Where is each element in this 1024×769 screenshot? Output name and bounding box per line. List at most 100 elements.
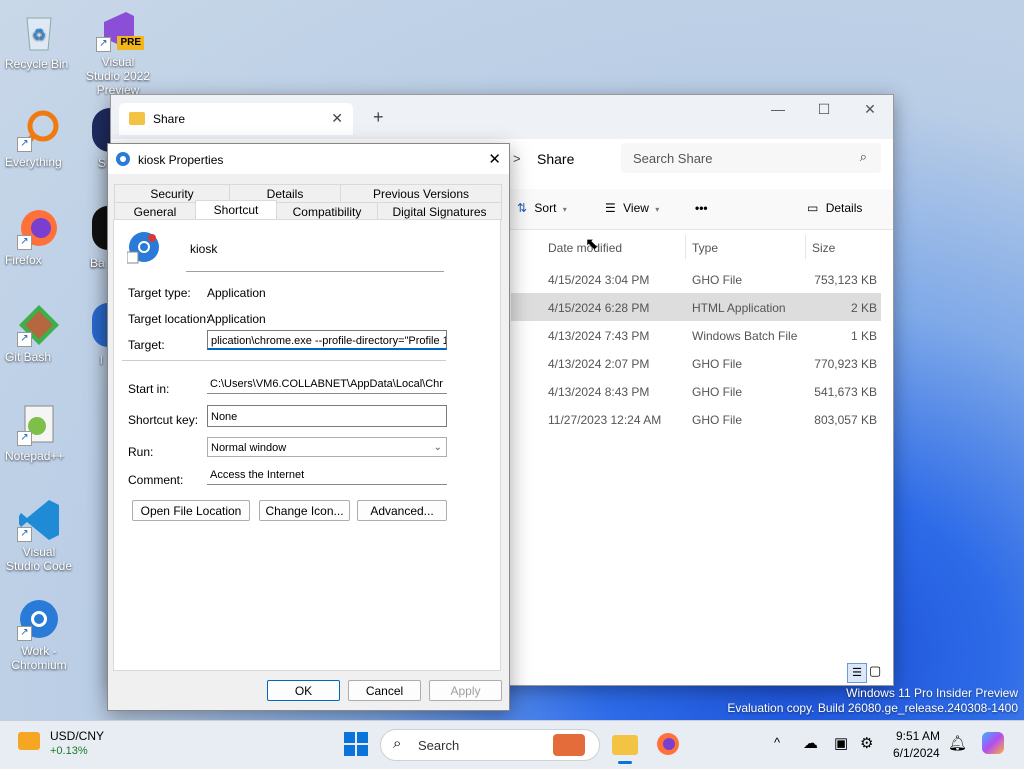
more-options-button[interactable]: ••• bbox=[695, 201, 708, 215]
notification-bell-icon[interactable]: 🔔︎ bbox=[948, 734, 967, 752]
details-pane-button[interactable]: ▭ Details bbox=[807, 201, 862, 215]
search-highlight-icon bbox=[553, 734, 585, 756]
shortcut-arrow-icon: ↗ bbox=[17, 332, 32, 347]
taskbar-search[interactable]: ⌕ Search bbox=[380, 729, 600, 761]
kiosk-properties-dialog: kiosk Properties ✕ Security Details Prev… bbox=[107, 143, 510, 711]
desktop-icon-label: Recycle Bin bbox=[5, 57, 69, 71]
file-type: HTML Application bbox=[692, 301, 786, 315]
shortcut-key-field[interactable]: None bbox=[207, 405, 447, 427]
explorer-tab-share[interactable]: Share ✕ bbox=[119, 103, 353, 135]
tiles-view-toggle-icon[interactable]: ▢ bbox=[869, 663, 881, 679]
target-label: Target: bbox=[128, 338, 165, 352]
column-divider[interactable] bbox=[805, 235, 806, 259]
breadcrumb[interactable]: Share bbox=[537, 151, 574, 167]
file-row[interactable]: 11/27/2023 12:24 AM GHO File 803,057 KB bbox=[511, 405, 881, 433]
display-icon[interactable]: ▣ bbox=[834, 734, 848, 752]
column-header-type[interactable]: Type bbox=[692, 241, 718, 255]
file-row[interactable]: 4/15/2024 3:04 PM GHO File 753,123 KB bbox=[511, 265, 881, 293]
file-row[interactable]: 4/13/2024 8:43 PM GHO File 541,673 KB bbox=[511, 377, 881, 405]
desktop-icon-label: Notepad++ bbox=[5, 449, 65, 463]
network-icon[interactable]: ☁ bbox=[803, 734, 818, 752]
desktop-icon-firefox[interactable]: ↗ Firefox bbox=[5, 206, 73, 267]
settings-icon[interactable]: ⚙ bbox=[860, 734, 873, 752]
taskbar-firefox[interactable] bbox=[656, 732, 680, 759]
firefox-icon: ↗ bbox=[17, 206, 61, 250]
shortcut-tab-panel: kiosk Target type: Application Target lo… bbox=[113, 219, 501, 671]
target-location-value: Application bbox=[207, 312, 266, 326]
desktop-icon-partial-label: S bbox=[98, 156, 107, 170]
stock-name: USD/CNY bbox=[50, 729, 105, 743]
chevron-down-icon: ▾ bbox=[562, 205, 567, 214]
column-header-size[interactable]: Size bbox=[812, 241, 835, 255]
tab-label: Shortcut bbox=[213, 203, 259, 217]
view-button[interactable]: ☰ View ▾ bbox=[605, 201, 659, 215]
new-tab-button[interactable]: + bbox=[373, 107, 384, 128]
desktop-icon-partial[interactable] bbox=[92, 303, 108, 347]
shortcut-arrow-icon: ↗ bbox=[17, 527, 32, 542]
active-indicator bbox=[618, 761, 632, 764]
search-icon: ⌕ bbox=[393, 735, 402, 752]
taskbar-search-input[interactable]: Search bbox=[418, 738, 459, 753]
open-file-location-button[interactable]: Open File Location bbox=[132, 500, 250, 521]
copilot-icon[interactable] bbox=[982, 732, 1004, 754]
close-tab-icon[interactable]: ✕ bbox=[331, 110, 343, 127]
tab-shortcut[interactable]: Shortcut bbox=[195, 200, 277, 221]
watermark-line-2: Evaluation copy. Build 26080.ge_release.… bbox=[727, 701, 1018, 715]
chromium-icon bbox=[116, 152, 130, 166]
minimize-icon[interactable]: — bbox=[763, 101, 793, 117]
stock-chart-icon bbox=[18, 732, 40, 750]
desktop-icon-notepad-plus-plus[interactable]: ↗ Notepad++ bbox=[5, 402, 73, 463]
desktop-icon-git-bash[interactable]: ↗ Git Bash bbox=[5, 303, 73, 364]
desktop-icon-recycle-bin[interactable]: ♻ Recycle Bin bbox=[5, 10, 73, 71]
file-row[interactable]: 4/13/2024 2:07 PM GHO File 770,923 KB bbox=[511, 349, 881, 377]
change-icon-button[interactable]: Change Icon... bbox=[259, 500, 350, 521]
apply-button[interactable]: Apply bbox=[429, 680, 502, 701]
dialog-title: kiosk Properties bbox=[138, 153, 224, 167]
sort-button[interactable]: ⇅ Sort ▾ bbox=[517, 201, 567, 215]
close-dialog-icon[interactable]: ✕ bbox=[488, 150, 501, 168]
shortcut-app-icon bbox=[127, 232, 159, 264]
search-input[interactable]: Search Share bbox=[633, 151, 713, 166]
run-select[interactable]: Normal window ⌄ bbox=[207, 437, 447, 457]
search-box[interactable]: Search Share ⌕ bbox=[621, 143, 881, 173]
cancel-button[interactable]: Cancel bbox=[348, 680, 421, 701]
comment-field[interactable]: Access the Internet bbox=[207, 465, 447, 485]
desktop-icon-visual-studio-2022[interactable]: PRE ↗ Visual Studio 2022 Preview bbox=[84, 8, 152, 97]
column-divider[interactable] bbox=[685, 235, 686, 259]
pre-badge: PRE bbox=[117, 36, 144, 50]
tab-label: Previous Versions bbox=[372, 187, 470, 201]
desktop-icon-everything[interactable]: ↗ Everything bbox=[5, 108, 73, 169]
show-hidden-icons-icon[interactable]: ^ bbox=[774, 735, 780, 750]
maximize-icon[interactable]: ☐ bbox=[809, 101, 839, 118]
tab-label: Compatibility bbox=[292, 205, 362, 219]
view-label: View bbox=[623, 201, 649, 215]
advanced-button[interactable]: Advanced... bbox=[357, 500, 447, 521]
view-icon: ☰ bbox=[605, 201, 616, 215]
close-window-icon[interactable]: ✕ bbox=[855, 101, 885, 118]
clock-date[interactable]: 6/1/2024 bbox=[893, 746, 940, 760]
details-view-toggle-icon[interactable]: ☰ bbox=[847, 663, 867, 683]
start-button[interactable] bbox=[344, 732, 368, 759]
clock-time[interactable]: 9:51 AM bbox=[896, 729, 940, 743]
desktop-icon-work-chromium[interactable]: ↗ Work - Chromium bbox=[5, 597, 73, 672]
file-size: 753,123 KB bbox=[814, 273, 877, 287]
chevron-down-icon: ⌄ bbox=[433, 442, 442, 453]
file-row[interactable]: 4/13/2024 7:43 PM Windows Batch File 1 K… bbox=[511, 321, 881, 349]
desktop-icon-label: Visual Studio Code bbox=[5, 545, 73, 573]
start-in-label: Start in: bbox=[128, 382, 170, 396]
desktop-icon-partial[interactable] bbox=[92, 206, 108, 250]
file-size: 1 KB bbox=[850, 329, 877, 343]
windows-logo-icon bbox=[344, 732, 368, 756]
file-row-selected[interactable]: 4/15/2024 6:28 PM HTML Application 2 KB bbox=[511, 293, 881, 321]
run-label: Run: bbox=[128, 445, 154, 459]
target-field[interactable]: plication\chrome.exe --profile-directory… bbox=[207, 330, 447, 350]
ok-button[interactable]: OK bbox=[267, 680, 340, 701]
tab-previous-versions[interactable]: Previous Versions bbox=[340, 184, 502, 203]
git-bash-icon: ↗ bbox=[17, 303, 61, 347]
file-type: GHO File bbox=[692, 385, 743, 399]
sort-label: Sort bbox=[534, 201, 557, 215]
desktop-icon-vscode[interactable]: ↗ Visual Studio Code bbox=[5, 498, 73, 573]
shortcut-arrow-icon: ↗ bbox=[17, 626, 32, 641]
taskbar-file-explorer[interactable] bbox=[612, 731, 638, 764]
start-in-field[interactable]: C:\Users\VM6.COLLABNET\AppData\Local\Chr bbox=[207, 374, 447, 394]
